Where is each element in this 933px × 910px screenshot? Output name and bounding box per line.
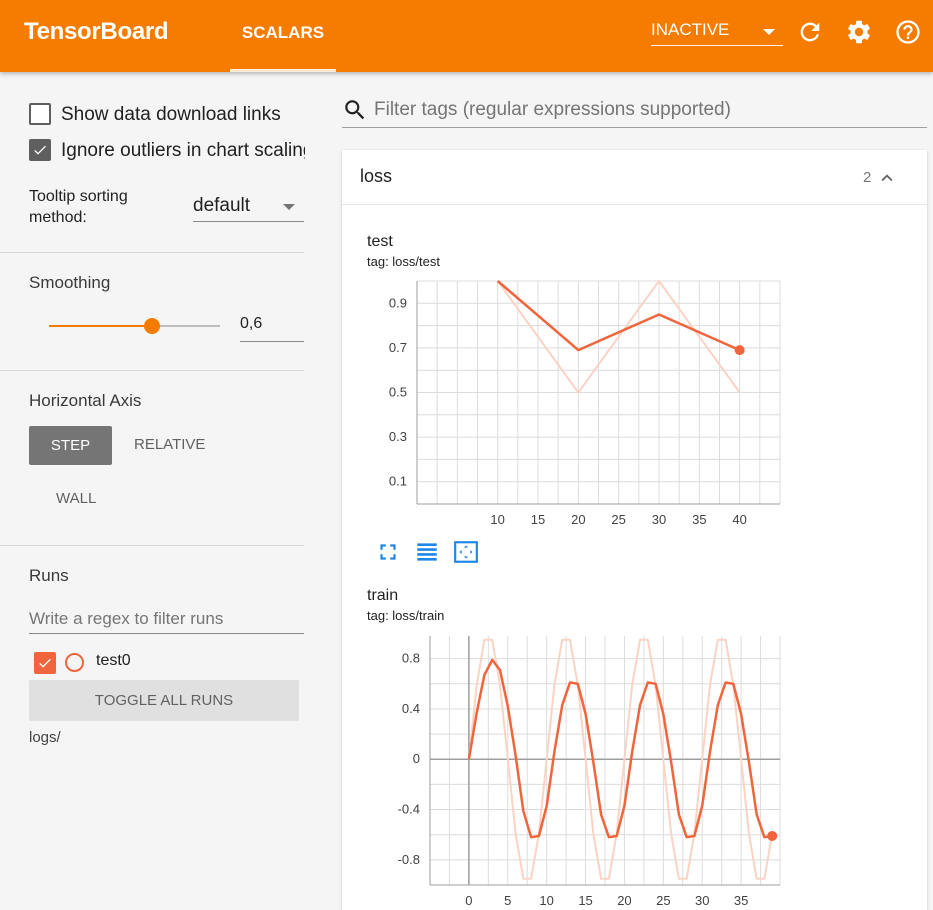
x-tick-label: 0 (465, 893, 472, 908)
run-color-swatch[interactable] (65, 653, 84, 672)
runs-label: Runs (29, 566, 69, 585)
x-tick-label: 25 (611, 512, 625, 527)
help-icon[interactable] (894, 18, 922, 46)
x-tick-label: 5 (504, 893, 511, 908)
chart-title: test (367, 233, 393, 250)
smoothing-slider[interactable] (49, 318, 220, 334)
logdir-label: logs/ (29, 729, 61, 746)
status-value: INACTIVE (651, 20, 730, 39)
x-tick-label: 15 (578, 893, 592, 908)
search-icon (345, 100, 365, 120)
gear-icon[interactable] (845, 18, 873, 46)
x-tick-label: 10 (539, 893, 553, 908)
tag-filter (342, 94, 927, 128)
axis-relative-button[interactable]: RELATIVE (134, 436, 205, 453)
divider (0, 252, 304, 253)
series-end-point (767, 830, 778, 841)
smoothing-slider-fill (49, 325, 152, 327)
top-app-bar: TensorBoard SCALARS INACTIVE (0, 0, 933, 72)
tag-group-count: 2 (863, 169, 872, 186)
y-tick-label: 0.4 (402, 701, 420, 716)
chevron-down-icon (763, 29, 775, 35)
y-tick-label: -0.8 (398, 852, 420, 867)
tooltip-sorting-label-line2: method: (29, 209, 87, 226)
show-download-links-checkbox[interactable] (29, 103, 51, 125)
loss-train-chart: 0.8 0.4 0 -0.4 -0.8 0 5 10 15 20 25 30 35 (398, 636, 781, 908)
check-icon (39, 658, 51, 668)
horizontal-axis-label: Horizontal Axis (29, 391, 142, 410)
y-tick-label: 0.7 (389, 340, 407, 355)
refresh-icon[interactable] (796, 18, 824, 46)
tab-scalars[interactable]: SCALARS (230, 0, 336, 72)
tooltip-sorting-value: default (193, 195, 251, 216)
axis-wall-button[interactable]: WALL (56, 490, 96, 507)
x-tick-label: 20 (617, 893, 631, 908)
tag-group-title: loss (360, 166, 393, 186)
smoothing-label: Smoothing (29, 273, 111, 292)
y-tick-label: 0.9 (389, 295, 407, 310)
chart-tag: tag: loss/test (367, 254, 440, 269)
x-tick-label: 30 (695, 893, 709, 908)
divider (0, 370, 304, 371)
fit-domain-icon[interactable] (452, 539, 480, 565)
y-tick-label: -0.4 (398, 802, 420, 817)
chevron-down-icon (283, 204, 295, 210)
x-tick-label: 20 (571, 512, 585, 527)
y-tick-label: 0.1 (389, 474, 407, 489)
x-tick-label: 35 (692, 512, 706, 527)
tag-group-header[interactable]: loss 2 (342, 150, 927, 205)
toggle-all-runs-button[interactable]: TOGGLE ALL RUNS (29, 680, 299, 721)
sidebar: Show data download links Ignore outliers… (0, 72, 320, 888)
chevron-up-icon[interactable] (876, 167, 898, 189)
x-tick-label: 30 (652, 512, 666, 527)
tooltip-sorting-label-line1: Tooltip sorting (29, 188, 128, 205)
ignore-outliers-label[interactable]: Ignore outliers in chart scaling (61, 140, 305, 162)
x-tick-label: 25 (656, 893, 670, 908)
smoothed-series-line (467, 658, 773, 839)
series-end-point (734, 345, 745, 356)
tag-filter-input[interactable] (372, 96, 922, 124)
lines-icon[interactable] (413, 539, 441, 565)
fullscreen-icon[interactable] (374, 539, 402, 565)
runs-filter-input[interactable] (29, 604, 304, 634)
check-icon (34, 145, 46, 155)
run-name: test0 (96, 652, 131, 669)
divider (0, 545, 304, 546)
x-tick-label: 35 (734, 893, 748, 908)
y-tick-label: 0 (413, 751, 420, 766)
smoothing-value-input[interactable]: 0,6 (240, 315, 262, 333)
tag-group-card: loss 2 test tag: loss/test 0.1 0.3 0.5 0.7 0… (342, 150, 927, 910)
ignore-outliers-checkbox[interactable] (29, 139, 51, 161)
y-tick-label: 0.3 (389, 429, 407, 444)
run-checkbox[interactable] (34, 652, 56, 674)
loss-test-chart: 0.1 0.3 0.5 0.7 0.9 10 15 20 25 30 35 40 (389, 280, 781, 527)
y-tick-label: 0.5 (389, 385, 407, 400)
show-download-links-label[interactable]: Show data download links (61, 104, 281, 126)
app-title: TensorBoard (24, 18, 169, 45)
chart-tag: tag: loss/train (367, 608, 445, 623)
status-dropdown[interactable]: INACTIVE (651, 20, 783, 46)
x-tick-label: 40 (732, 512, 746, 527)
y-tick-label: 0.8 (402, 651, 420, 666)
smoothing-input-underline (240, 341, 304, 342)
tooltip-sorting-select[interactable]: default (193, 192, 304, 222)
x-tick-label: 10 (490, 512, 504, 527)
axis-step-button[interactable]: STEP (29, 426, 112, 465)
chart-title: train (367, 587, 399, 604)
smoothing-slider-handle[interactable] (143, 318, 160, 334)
x-tick-label: 15 (531, 512, 545, 527)
